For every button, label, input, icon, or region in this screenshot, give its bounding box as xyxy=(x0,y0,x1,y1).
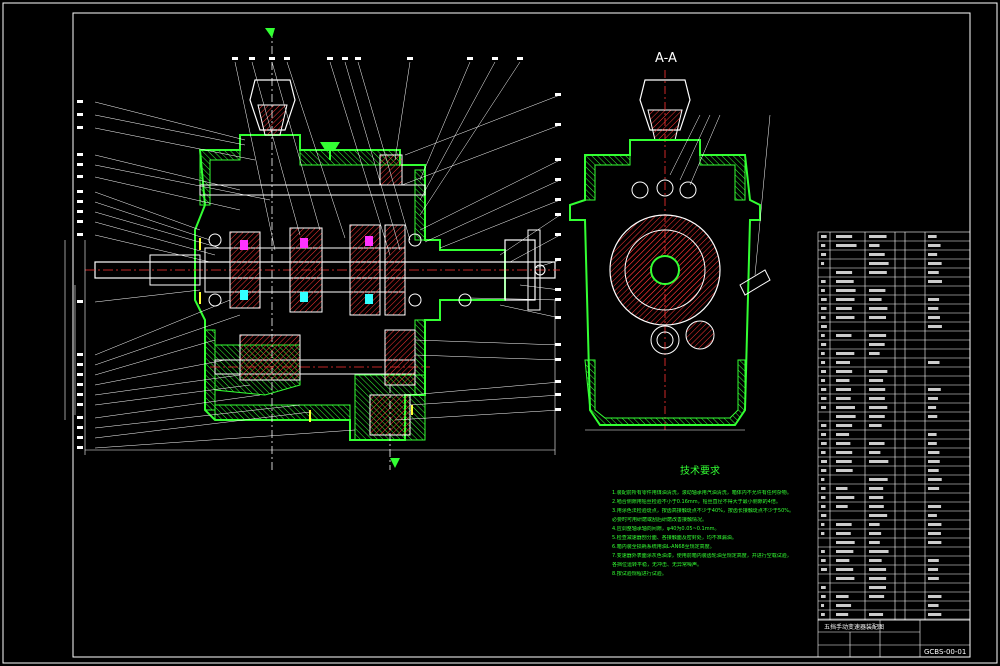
requirement-line: 8.按试验规程进行试验。 xyxy=(612,571,827,577)
section-label: A-A xyxy=(655,51,677,66)
parts-list xyxy=(818,232,970,620)
requirement-line: 6.箱内装全损耗系统用油L-AN68至规定高度。 xyxy=(612,544,827,550)
outer-frame xyxy=(3,3,997,663)
requirement-line: 各挡位运转平稳，无冲击、无异常噪声。 xyxy=(612,562,827,568)
requirement-line: 2.啮合侧隙用铅丝检验不小于0.16mm，铅丝直径不得大于最小侧隙的4倍。 xyxy=(612,499,827,505)
requirements-title: 技术要求 xyxy=(680,464,720,477)
main-section-view xyxy=(65,28,561,470)
requirement-line: 必要时可用研磨或刮后研磨改善接触情况。 xyxy=(612,517,827,523)
title-block-name: 五挡手动变速器装配图 xyxy=(824,623,884,631)
requirement-line: 5.检查减速器剖分面、各接触面及密封处，均不准漏油。 xyxy=(612,535,827,541)
requirement-line: 1.装配前所有零件用煤油清洗，滚动轴承用汽油清洗，箱体内不允许有任何杂物。 xyxy=(612,490,827,496)
drawing-number: GCBS-00-01 xyxy=(924,648,966,656)
section-a-a-view: A-A xyxy=(570,51,770,430)
assembly-drawing: A-A 五挡手动变速器装配图 GCBS-00-01 技术要求 xyxy=(0,0,1000,666)
requirement-line: 7.变速器外表面涂灰色油漆，使用前箱内装齿轮油至规定高度，并进行空载试验， xyxy=(612,553,827,559)
requirement-line: 4.应调整轴承轴向间隙，φ40为0.05~0.1mm。 xyxy=(612,526,827,532)
requirement-line: 3.用涂色法检验斑点，按齿高接触斑点不少于40%，按齿长接触斑点不少于50%。 xyxy=(612,508,827,514)
